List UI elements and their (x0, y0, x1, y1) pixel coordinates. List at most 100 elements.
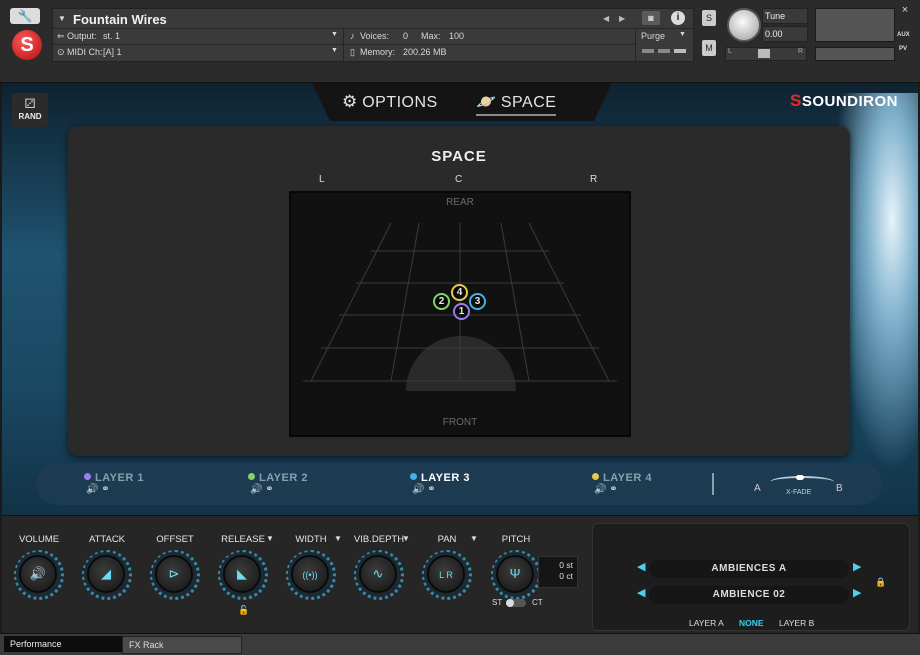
tab-options[interactable]: ⚙ OPTIONS (342, 92, 438, 112)
xfade-label: X-FADE (786, 489, 812, 496)
releaseknob[interactable]: ◣ (223, 555, 261, 593)
wrench-icon[interactable]: 🔧 (10, 8, 40, 24)
midi-value[interactable]: [A] 1 (103, 47, 122, 57)
rand-button[interactable]: ⚂ RAND (12, 93, 48, 127)
layer-1-position-marker[interactable]: 1 (453, 303, 470, 320)
speaker-icon[interactable]: 🔊 (250, 484, 262, 495)
tab-space-label: SPACE (500, 94, 557, 111)
memory-value: 200.26 MB (403, 47, 447, 57)
layer-3-tab[interactable]: LAYER 3 🔊 ⚭ (410, 472, 470, 495)
toggle-handle[interactable] (506, 599, 514, 607)
link-icon[interactable]: ⚭ (609, 484, 617, 495)
right-label: R (590, 174, 598, 185)
volumeknob[interactable]: 🔊 (19, 555, 57, 593)
widthknob[interactable]: ((•)) (291, 555, 329, 593)
instrument-main-view: ⚂ RAND ⚙ OPTIONS 🪐 SPACE SSOUNDIRON SPAC… (2, 83, 918, 515)
layer-2-position-marker[interactable]: 2 (433, 293, 450, 310)
tune-knob[interactable] (727, 8, 761, 42)
max-value[interactable]: 100 (449, 31, 464, 41)
dropdown-arrow-icon[interactable]: ▼ (470, 534, 478, 543)
lock-icon[interactable]: 🔒 (875, 577, 886, 588)
marker-number: 4 (456, 287, 463, 298)
instrument-name[interactable]: Fountain Wires (73, 12, 167, 27)
speaker-icon[interactable]: 🔊 (86, 484, 98, 495)
ambience-preset-selector[interactable]: AMBIENCE 02 (649, 586, 849, 604)
lock-icon[interactable]: 🔓 (238, 605, 249, 616)
purge-button[interactable]: Purge (641, 31, 665, 41)
prev-category-arrow-icon[interactable]: ◀ (637, 560, 645, 573)
soundiron-s-icon: S (790, 91, 802, 110)
purge-dropdown-icon[interactable]: ▼ (679, 31, 686, 38)
voices-icon: ♪ (350, 31, 355, 41)
attacklabel: ATTACK (88, 534, 126, 545)
solo-button[interactable]: S (702, 10, 716, 26)
speaker-icon[interactable]: 🔊 (412, 484, 424, 495)
fx-rack-tab[interactable]: FX Rack (122, 636, 242, 654)
dropdown-arrow-icon[interactable]: ▼ (402, 534, 410, 543)
ambience-none-option[interactable]: NONE (739, 618, 764, 628)
space-title: SPACE (431, 148, 487, 165)
panknob[interactable]: L R (427, 555, 465, 593)
pv-button[interactable]: PV (899, 46, 907, 52)
ambience-layer-a-option[interactable]: LAYER A (689, 618, 724, 628)
close-button[interactable]: × (898, 4, 912, 18)
max-label: Max: (421, 31, 441, 41)
next-category-arrow-icon[interactable]: ▶ (853, 560, 861, 573)
link-icon[interactable]: ⚭ (101, 484, 109, 495)
layer-1-tab[interactable]: LAYER 1 🔊 ⚭ (84, 472, 144, 495)
pan-right-label: R (798, 48, 804, 55)
attackknob[interactable]: ◢ (87, 555, 125, 593)
speaker-icon: 🔊 (29, 566, 47, 581)
pan-left-label: L (728, 48, 732, 55)
ambience-category-selector[interactable]: AMBIENCES A (649, 560, 849, 578)
mute-button[interactable]: M (702, 40, 716, 56)
volume-slider[interactable] (815, 47, 895, 61)
next-instrument-icon[interactable]: ▶ (619, 14, 625, 23)
layer-2-tab[interactable]: LAYER 2 🔊 ⚭ (248, 472, 308, 495)
pitch-semitone-value[interactable]: 0 st (539, 557, 577, 570)
aux-button[interactable]: AUX (897, 32, 910, 38)
layer-4-tab[interactable]: LAYER 4 🔊 ⚭ (592, 472, 652, 495)
pan-slider[interactable]: L R (725, 47, 807, 61)
center-label: C (455, 174, 463, 185)
tab-space[interactable]: 🪐 SPACE (476, 92, 557, 116)
layer-color-dot (248, 473, 255, 480)
vib-depthknob[interactable]: ∿ (359, 555, 397, 593)
pan-handle[interactable] (758, 49, 770, 58)
camera-icon[interactable]: ◙ (642, 11, 660, 25)
ambience-panel: ◀ AMBIENCES A ▶ 🔒 ◀ AMBIENCE 02 ▶ LAYER … (592, 523, 910, 631)
output-label: Output: (67, 31, 97, 41)
collapse-arrow-icon[interactable]: ▼ (58, 14, 66, 23)
pitch-cent-value[interactable]: 0 ct (539, 570, 577, 581)
info-icon[interactable]: i (671, 11, 685, 25)
marker-number: 2 (438, 296, 445, 307)
layer-4-position-marker[interactable]: 4 (451, 284, 468, 301)
output-dropdown-icon[interactable]: ▼ (331, 31, 338, 38)
pitch-readout[interactable]: 0 st 0 ct (538, 556, 578, 588)
stereo-field-grid[interactable]: REAR FRONT 1 2 3 4 (289, 191, 631, 437)
performance-tab[interactable]: Performance (4, 636, 124, 652)
xfade-handle[interactable] (796, 475, 804, 480)
midi-dropdown-icon[interactable]: ▼ (331, 47, 338, 54)
prev-preset-arrow-icon[interactable]: ◀ (637, 586, 645, 599)
next-preset-arrow-icon[interactable]: ▶ (853, 586, 861, 599)
tune-value[interactable]: 0.00 (762, 26, 808, 42)
memory-icon: ▯ (350, 47, 355, 57)
planet-icon: 🪐 (476, 94, 497, 111)
link-icon[interactable]: ⚭ (265, 484, 273, 495)
layer-3-position-marker[interactable]: 3 (469, 293, 486, 310)
prev-instrument-icon[interactable]: ◀ (603, 14, 609, 23)
pitchknob[interactable]: Ψ (496, 555, 534, 593)
speaker-icon[interactable]: 🔊 (594, 484, 606, 495)
ambience-layer-b-option[interactable]: LAYER B (779, 618, 814, 628)
st-ct-toggle[interactable] (506, 599, 526, 607)
offsetknob[interactable]: ⊳ (155, 555, 193, 593)
midi-icon: ⊙ (57, 47, 65, 57)
tab-options-label: OPTIONS (362, 94, 438, 111)
layer-2-label: LAYER 2 (259, 472, 308, 484)
dropdown-arrow-icon[interactable]: ▼ (266, 534, 274, 543)
output-value[interactable]: st. 1 (103, 31, 120, 41)
link-icon[interactable]: ⚭ (427, 484, 435, 495)
pan-icon: L R (439, 570, 453, 580)
dropdown-arrow-icon[interactable]: ▼ (334, 534, 342, 543)
